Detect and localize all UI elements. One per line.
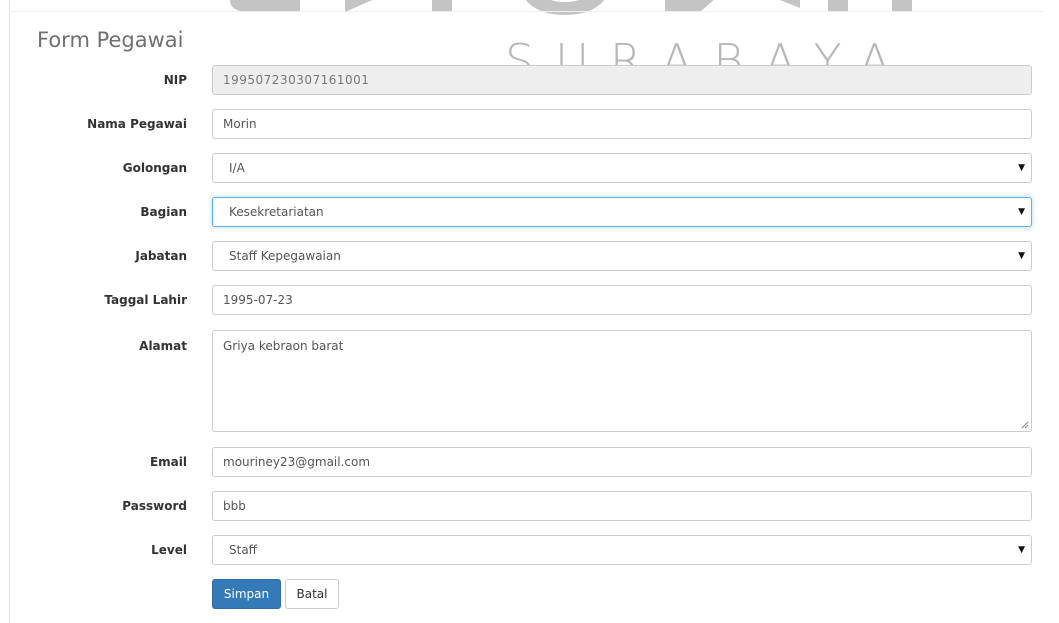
jabatan-value: Staff Kepegawaian bbox=[229, 249, 341, 263]
left-divider bbox=[9, 0, 10, 623]
page: SURABAYA Form Pegawai NIP 19950723030716… bbox=[0, 0, 1059, 623]
caret-down-icon: ▼ bbox=[1018, 207, 1025, 217]
level-label: Level bbox=[151, 543, 187, 557]
caret-down-icon: ▼ bbox=[1018, 163, 1025, 173]
email-value: mouriney23@gmail.com bbox=[223, 455, 371, 469]
alamat-label: Alamat bbox=[139, 339, 187, 353]
cancel-button[interactable]: Batal bbox=[285, 579, 339, 609]
caret-down-icon: ▼ bbox=[1018, 251, 1025, 261]
caret-down-icon: ▼ bbox=[1018, 545, 1025, 555]
bagian-value: Kesekretariatan bbox=[229, 205, 324, 219]
bagian-label: Bagian bbox=[140, 205, 187, 219]
password-input[interactable]: bbb bbox=[212, 491, 1032, 521]
email-input[interactable]: mouriney23@gmail.com bbox=[212, 447, 1032, 477]
password-value: bbb bbox=[223, 499, 246, 513]
save-button[interactable]: Simpan bbox=[212, 579, 281, 609]
tanggal-value: 1995-07-23 bbox=[223, 293, 293, 307]
tanggal-label: Taggal Lahir bbox=[104, 293, 187, 307]
watermark-logo-shapes bbox=[230, 0, 912, 15]
nip-label: NIP bbox=[163, 73, 187, 87]
jabatan-label: Jabatan bbox=[135, 249, 187, 263]
nama-value: Morin bbox=[223, 117, 257, 131]
golongan-value: I/A bbox=[229, 161, 245, 175]
email-label: Email bbox=[149, 455, 187, 469]
nip-value: 199507230307161001 bbox=[223, 73, 370, 87]
nama-input[interactable]: Morin bbox=[212, 109, 1032, 139]
form-title: Form Pegawai bbox=[37, 28, 184, 52]
golongan-select[interactable]: I/A ▼ bbox=[212, 153, 1032, 183]
golongan-label: Golongan bbox=[122, 161, 187, 175]
tanggal-input[interactable]: 1995-07-23 bbox=[212, 285, 1032, 315]
jabatan-select[interactable]: Staff Kepegawaian ▼ bbox=[212, 241, 1032, 271]
alamat-value: Griya kebraon barat bbox=[223, 339, 344, 353]
resize-grip-icon[interactable] bbox=[1021, 421, 1029, 429]
level-select[interactable]: Staff ▼ bbox=[212, 535, 1032, 565]
top-divider bbox=[9, 11, 1044, 12]
nama-label: Nama Pegawai bbox=[87, 117, 187, 131]
bagian-select[interactable]: Kesekretariatan ▼ bbox=[212, 197, 1032, 227]
level-value: Staff bbox=[229, 543, 257, 557]
nip-field: 199507230307161001 bbox=[212, 65, 1032, 95]
alamat-textarea[interactable]: Griya kebraon barat bbox=[212, 330, 1032, 432]
password-label: Password bbox=[122, 499, 187, 513]
